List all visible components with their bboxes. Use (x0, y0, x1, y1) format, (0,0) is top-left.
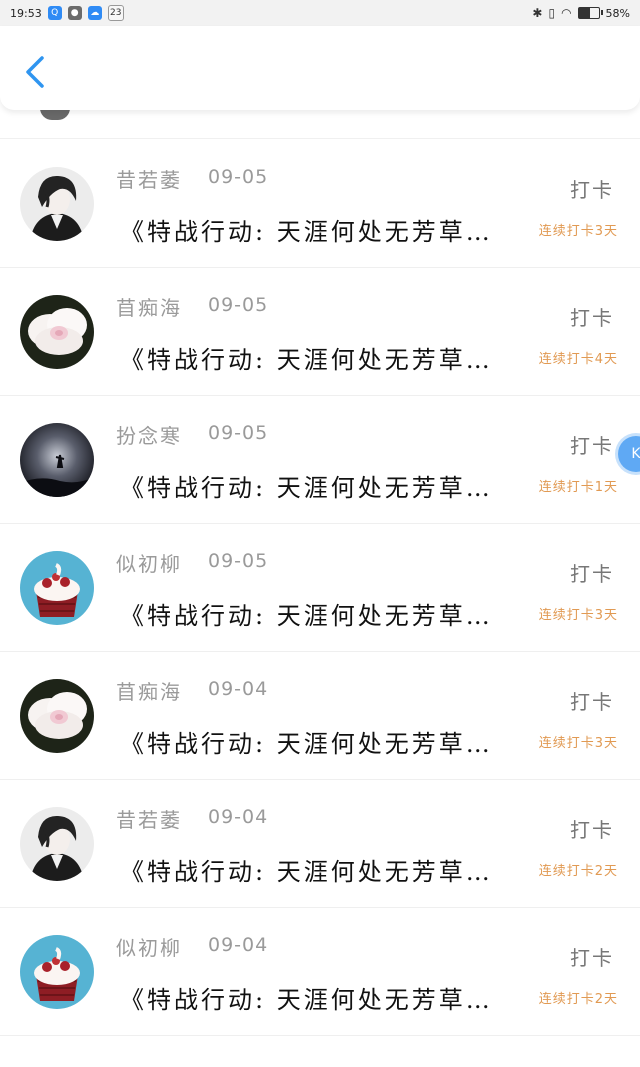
wifi-icon: ◠ (561, 6, 572, 20)
username[interactable]: 似初柳 (116, 932, 182, 961)
avatar[interactable] (20, 423, 94, 497)
username[interactable]: 似初柳 (116, 548, 182, 577)
checkin-label: 打卡 (570, 946, 614, 970)
list-item[interactable]: 苜痴海 09-04 打卡 《特战行动: 天涯何处无芳草… 连续打卡3天 (0, 652, 640, 780)
vibrate-icon: ▯ (548, 6, 556, 20)
bluetooth-icon: ✱ (532, 6, 543, 20)
book-title[interactable]: 《特战行动: 天涯何处无芳草… (120, 596, 525, 631)
streak-badge: 连续打卡2天 (538, 864, 618, 879)
list-item[interactable]: 扮念寒 09-05 打卡 《特战行动: 天涯何处无芳草… 连续打卡1天 (0, 396, 640, 524)
avatar[interactable] (20, 295, 94, 369)
wechat-icon: ● (67, 6, 82, 20)
status-bar-right: ✱ ▯ ◠ 58% (532, 6, 630, 20)
streak-badge: 连续打卡2天 (538, 992, 618, 1007)
partial-list-item (0, 96, 640, 139)
back-button[interactable] (20, 54, 52, 90)
checkin-date: 09-05 (208, 294, 269, 316)
list-item[interactable]: 苜痴海 09-05 打卡 《特战行动: 天涯何处无芳草… 连续打卡4天 (0, 268, 640, 396)
battery-fill (578, 8, 591, 18)
username[interactable]: 苜痴海 (116, 292, 182, 321)
status-time: 19:53 (10, 6, 42, 20)
checkin-date: 09-04 (208, 806, 269, 828)
list-item[interactable]: 昔若萎 09-05 打卡 《特战行动: 天涯何处无芳草… 连续打卡3天 (0, 140, 640, 268)
checkin-label: 打卡 (570, 690, 614, 714)
book-title[interactable]: 《特战行动: 天涯何处无芳草… (120, 852, 525, 887)
checkin-date: 09-05 (208, 166, 269, 188)
status-bar-left: 19:53 Q ● ☁ 23 (10, 5, 124, 21)
checkin-label: 打卡 (570, 178, 614, 202)
header (0, 26, 640, 110)
search-icon: Q (47, 6, 62, 20)
checkin-date: 09-05 (208, 550, 269, 572)
checkin-date: 09-04 (208, 678, 269, 700)
avatar[interactable] (20, 167, 94, 241)
battery-percent: 58% (605, 6, 630, 20)
book-title[interactable]: 《特战行动: 天涯何处无芳草… (120, 212, 525, 247)
book-title[interactable]: 《特战行动: 天涯何处无芳草… (120, 724, 525, 759)
calendar-icon: 23 (107, 5, 124, 21)
username[interactable]: 昔若萎 (116, 804, 182, 833)
username[interactable]: 苜痴海 (116, 676, 182, 705)
battery-icon (577, 7, 603, 19)
list-item[interactable]: 似初柳 09-04 打卡 《特战行动: 天涯何处无芳草… 连续打卡2天 (0, 908, 640, 1036)
floating-button-label: K (631, 446, 640, 462)
status-bar: 19:53 Q ● ☁ 23 ✱ ▯ ◠ 58% (0, 0, 640, 26)
streak-badge: 连续打卡3天 (538, 608, 618, 623)
checkin-label: 打卡 (570, 306, 614, 330)
list-bottom-edge (0, 1055, 640, 1067)
avatar[interactable] (20, 551, 94, 625)
avatar[interactable] (20, 679, 94, 753)
streak-badge: 连续打卡3天 (538, 736, 618, 751)
username[interactable]: 扮念寒 (116, 420, 182, 449)
cloud-icon: ☁ (87, 6, 102, 20)
checkin-date: 09-05 (208, 422, 269, 444)
streak-badge: 连续打卡4天 (538, 352, 618, 367)
book-title[interactable]: 《特战行动: 天涯何处无芳草… (120, 468, 525, 503)
avatar[interactable] (20, 935, 94, 1009)
avatar[interactable] (20, 807, 94, 881)
checkin-label: 打卡 (570, 562, 614, 586)
checkin-label: 打卡 (570, 818, 614, 842)
book-title[interactable]: 《特战行动: 天涯何处无芳草… (120, 980, 525, 1015)
streak-badge: 连续打卡1天 (538, 480, 618, 495)
streak-badge: 连续打卡3天 (538, 224, 618, 239)
checkin-list: 昔若萎 09-05 打卡 《特战行动: 天涯何处无芳草… 连续打卡3天 苜痴海 … (0, 140, 640, 1036)
book-title[interactable]: 《特战行动: 天涯何处无芳草… (120, 340, 525, 375)
list-item[interactable]: 昔若萎 09-04 打卡 《特战行动: 天涯何处无芳草… 连续打卡2天 (0, 780, 640, 908)
list-item[interactable]: 似初柳 09-05 打卡 《特战行动: 天涯何处无芳草… 连续打卡3天 (0, 524, 640, 652)
chevron-left-icon (26, 56, 44, 88)
username[interactable]: 昔若萎 (116, 164, 182, 193)
checkin-date: 09-04 (208, 934, 269, 956)
checkin-label: 打卡 (570, 434, 614, 458)
